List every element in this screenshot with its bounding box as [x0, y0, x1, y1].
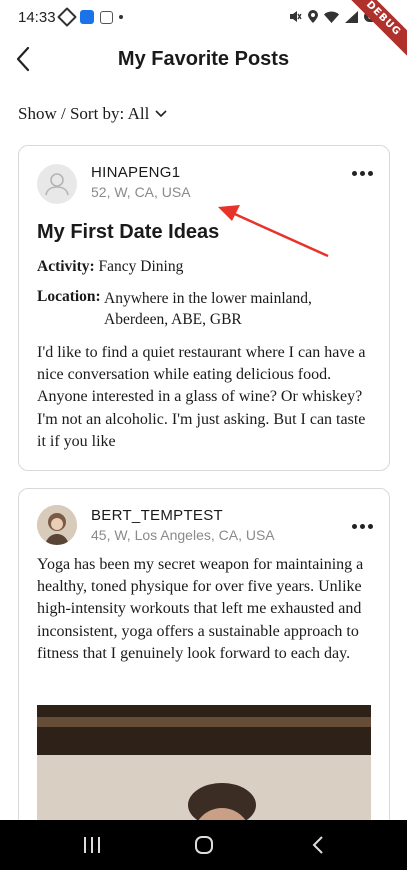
wifi-icon [323, 11, 339, 23]
post-card[interactable]: HINAPENG1 52, W, CA, USA My First Date I… [18, 145, 390, 471]
avatar[interactable] [37, 164, 77, 204]
status-bar: 14:33 80 DEBUG [0, 0, 407, 61]
location-label: Location: [37, 288, 101, 305]
post-user-info: 45, W, Los Angeles, CA, USA [91, 527, 275, 543]
page-title: My Favorite Posts [117, 48, 290, 70]
dot [360, 524, 365, 529]
notification-icons [57, 7, 123, 27]
dot [368, 171, 373, 176]
app-header: My Favorite Posts [0, 36, 407, 84]
user-photo [37, 505, 77, 545]
post-title: My First Date Ideas [37, 221, 220, 243]
signal-icon [344, 10, 358, 23]
dot [352, 171, 357, 176]
user-placeholder-icon [45, 173, 69, 196]
activity-label: Activity: [37, 258, 95, 275]
more-notifications-dot-icon [119, 15, 123, 19]
post-user-info: 52, W, CA, USA [91, 184, 191, 200]
annotation-arrow [218, 205, 329, 258]
post-card[interactable]: BERT_TEMPTEST 45, W, Los Angeles, CA, US… [18, 488, 390, 850]
activity-value: Fancy Dining [98, 258, 184, 275]
post-body: I'd like to find a quiet restaurant wher… [37, 344, 366, 450]
chevron-down-icon [155, 110, 167, 118]
more-options-button[interactable] [352, 524, 373, 529]
avatar[interactable] [37, 505, 77, 545]
post-body: Yoga has been my secret weapon for maint… [37, 556, 364, 662]
more-options-button[interactable] [352, 171, 373, 176]
back-icon [312, 836, 323, 854]
dot [352, 524, 357, 529]
dot [368, 524, 373, 529]
recent-apps-button[interactable] [72, 833, 112, 857]
location-value: Anywhere in the lower mainland, Aberdeen… [104, 290, 312, 328]
system-navigation-bar [0, 820, 407, 870]
post-username[interactable]: BERT_TEMPTEST [91, 507, 223, 524]
status-time: 14:33 [18, 9, 56, 26]
dot [360, 171, 365, 176]
activity-row: Activity: Fancy Dining [37, 258, 183, 276]
post-username[interactable]: HINAPENG1 [91, 164, 180, 181]
sort-filter-label: Show / Sort by: All [18, 104, 150, 123]
location-row: Location: Anywhere in the lower mainland… [37, 288, 367, 332]
recent-apps-icon [84, 837, 100, 853]
home-button[interactable] [184, 833, 224, 857]
location-icon [307, 10, 318, 23]
mute-icon [289, 11, 302, 22]
screenshot-icon [100, 10, 113, 24]
home-icon [195, 836, 213, 854]
sort-filter-dropdown[interactable]: Show / Sort by: All [18, 104, 167, 124]
system-back-button[interactable] [298, 833, 338, 857]
app-notification-icon-blue [80, 10, 94, 24]
app-notification-icon [57, 7, 77, 27]
